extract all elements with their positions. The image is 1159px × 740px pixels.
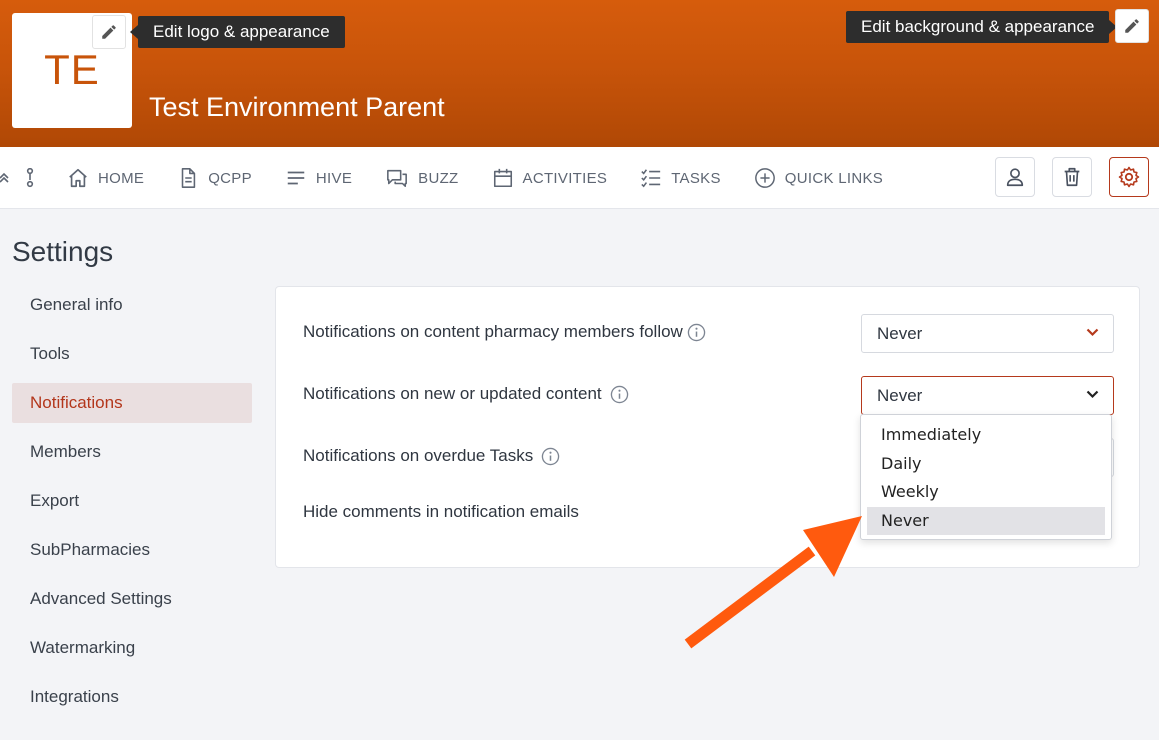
- header-banner: TE Edit logo & appearance Edit backgroun…: [0, 0, 1159, 147]
- profile-button[interactable]: [995, 157, 1035, 197]
- sidebar-item-subpharmacies[interactable]: SubPharmacies: [12, 530, 252, 570]
- trash-icon: [1064, 167, 1080, 187]
- row-label: Notifications on overdue Tasks: [303, 446, 534, 465]
- option-daily[interactable]: Daily: [867, 450, 1105, 479]
- option-weekly[interactable]: Weekly: [867, 478, 1105, 507]
- option-never[interactable]: Never: [867, 506, 1105, 535]
- nav-activities[interactable]: ACTIVITIES: [492, 167, 608, 189]
- select-value: Never: [877, 324, 923, 343]
- nav-quick-links-label: QUICK LINKS: [784, 169, 884, 187]
- sidebar-item-general-info[interactable]: General info: [12, 285, 252, 325]
- select-value: Never: [877, 386, 923, 405]
- sidebar-item-watermarking[interactable]: Watermarking: [12, 628, 252, 668]
- document-icon: [181, 168, 196, 188]
- gear-icon: [1118, 166, 1140, 188]
- main-nav: HOME QCPP HIVE BUZZ ACTIVITIES TASKS QUI…: [0, 147, 1159, 209]
- nav-hive-label: HIVE: [315, 169, 353, 187]
- nav-home-label: HOME: [98, 169, 145, 187]
- info-icon[interactable]: [687, 323, 706, 342]
- option-immediately[interactable]: Immediately: [867, 421, 1105, 450]
- sidebar-item-advanced-settings[interactable]: Advanced Settings: [12, 579, 252, 619]
- nav-qcpp-label: QCPP: [208, 169, 252, 187]
- settings-button[interactable]: [1109, 157, 1149, 197]
- home-icon: [69, 168, 87, 188]
- row-overdue-tasks-notifications: Notifications on overdue Tasks: [303, 446, 560, 466]
- sidebar-item-members[interactable]: Members: [12, 432, 252, 472]
- nav-hive[interactable]: HIVE: [285, 167, 352, 189]
- nav-tasks[interactable]: TASKS: [640, 167, 721, 189]
- user-icon: [1006, 168, 1024, 187]
- collapse-icon: [0, 167, 34, 188]
- chevron-down-icon: [1086, 390, 1099, 399]
- row-hide-comments: Hide comments in notification emails: [303, 502, 579, 522]
- row-follow-notifications: Notifications on content pharmacy member…: [303, 322, 706, 342]
- sidebar-item-export[interactable]: Export: [12, 481, 252, 521]
- nav-activities-label: ACTIVITIES: [522, 169, 608, 187]
- row-new-content-notifications: Notifications on new or updated content: [303, 384, 629, 404]
- sidebar-item-integrations[interactable]: Integrations: [12, 677, 252, 717]
- notification-frequency-dropdown: Immediately Daily Weekly Never: [860, 414, 1112, 540]
- sidebar-item-tools[interactable]: Tools: [12, 334, 252, 374]
- sidebar-item-notifications[interactable]: Notifications: [12, 383, 252, 423]
- nav-qcpp[interactable]: QCPP: [177, 167, 252, 189]
- checklist-icon: [641, 169, 661, 188]
- nav-buzz-label: BUZZ: [418, 169, 459, 187]
- nav-home[interactable]: HOME: [67, 167, 144, 189]
- nav-buzz[interactable]: BUZZ: [385, 167, 458, 189]
- follow-notifications-select[interactable]: Never: [861, 314, 1114, 353]
- edit-background-tooltip: Edit background & appearance: [846, 11, 1118, 43]
- nav-tasks-label: TASKS: [671, 169, 721, 187]
- edit-logo-button[interactable]: [92, 15, 126, 49]
- nav-collapse-toggle[interactable]: [0, 167, 40, 188]
- chat-icon: [387, 169, 408, 188]
- info-icon[interactable]: [541, 447, 560, 466]
- site-title: Test Environment Parent: [149, 92, 445, 122]
- info-icon[interactable]: [610, 385, 629, 404]
- edit-logo-tooltip: Edit logo & appearance: [130, 16, 345, 48]
- nav-quick-links[interactable]: QUICK LINKS: [754, 167, 883, 189]
- row-label: Hide comments in notification emails: [303, 502, 579, 521]
- new-content-notifications-select[interactable]: Never: [861, 376, 1114, 415]
- pencil-icon: [102, 25, 116, 39]
- calendar-icon: [493, 168, 512, 188]
- row-label: Notifications on new or updated content: [303, 384, 602, 403]
- lines-icon: [287, 171, 305, 185]
- logo-initials: TE: [44, 46, 100, 93]
- edit-background-button[interactable]: [1115, 9, 1149, 43]
- settings-sidebar: General info Tools Notifications Members…: [12, 285, 252, 726]
- row-label: Notifications on content pharmacy member…: [303, 322, 683, 341]
- chevron-down-icon: [1086, 328, 1099, 337]
- pencil-icon: [1125, 19, 1139, 33]
- settings-title: Settings: [12, 236, 114, 267]
- plus-circle-icon: [754, 168, 775, 188]
- trash-button[interactable]: [1052, 157, 1092, 197]
